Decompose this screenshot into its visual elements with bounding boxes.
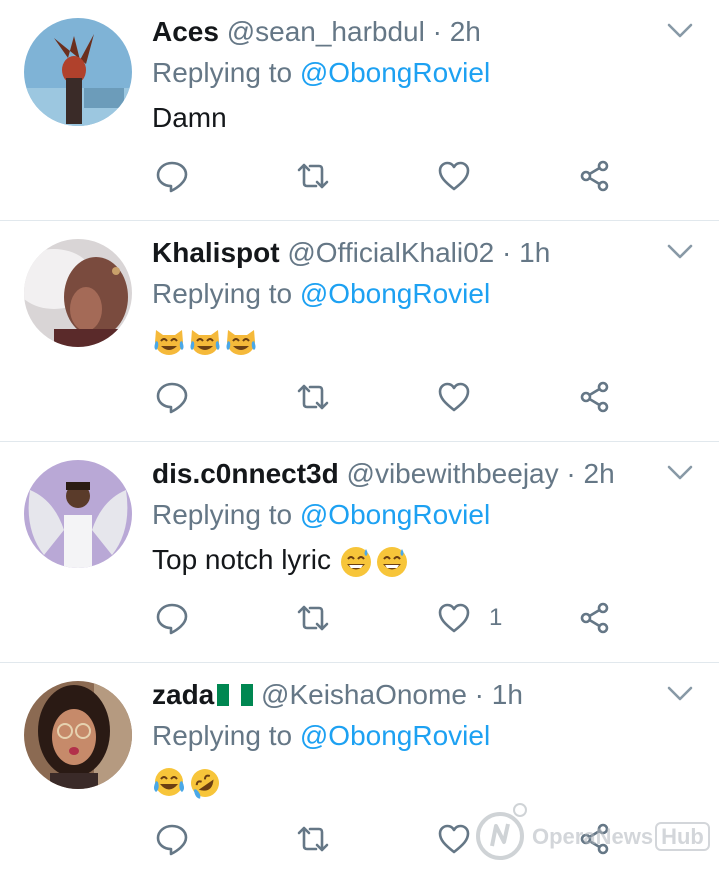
tweet-text xyxy=(152,321,260,358)
timestamp[interactable]: 2h xyxy=(450,16,481,47)
heart-icon xyxy=(438,603,470,633)
watermark-badge: Hub xyxy=(655,822,710,851)
tweet-actions: 1 xyxy=(0,598,719,638)
share-button[interactable] xyxy=(578,377,612,417)
reply-icon xyxy=(156,382,188,414)
reply-icon xyxy=(156,603,188,635)
avatar[interactable] xyxy=(24,681,132,789)
share-icon xyxy=(580,160,609,192)
watermark-text: OperaNews xyxy=(532,824,654,849)
tweet-aces[interactable]: Aces @sean_harbdul · 2h Replying to @Obo… xyxy=(0,0,719,221)
user-handle[interactable]: @sean_harbdul xyxy=(227,16,425,47)
tweet-text-content: Top notch lyric xyxy=(152,544,331,575)
heart-icon xyxy=(438,161,470,191)
display-name[interactable]: dis.c0nnect3d xyxy=(152,458,339,489)
retweet-button[interactable] xyxy=(296,156,330,196)
retweet-icon xyxy=(297,605,329,631)
reply-icon xyxy=(156,161,188,193)
reply-button[interactable] xyxy=(155,156,189,196)
mention-link[interactable]: @ObongRoviel xyxy=(300,720,490,751)
like-count: 1 xyxy=(489,604,503,631)
tears-of-joy-emoji xyxy=(154,767,184,796)
avatar[interactable] xyxy=(24,18,132,126)
timestamp[interactable]: 1h xyxy=(519,237,550,268)
grinning-sweat-emoji xyxy=(340,546,371,577)
avatar[interactable] xyxy=(24,239,132,347)
watermark: OperaNews Hub xyxy=(466,800,716,870)
tweet-text xyxy=(152,763,224,800)
share-icon xyxy=(580,381,609,413)
tweet-actions xyxy=(0,156,719,196)
retweet-icon xyxy=(297,826,329,852)
cat-tears-of-joy-emoji xyxy=(226,329,256,355)
opera-news-logo-icon xyxy=(476,803,527,860)
mention-link[interactable]: @ObongRoviel xyxy=(300,57,490,88)
separator: · xyxy=(502,237,512,268)
retweet-button[interactable] xyxy=(296,598,330,638)
nigeria-flag-icon xyxy=(217,684,254,706)
cat-tears-of-joy-emoji xyxy=(154,329,184,355)
user-handle[interactable]: @OfficialKhali02 xyxy=(287,237,494,268)
tweet-disconnected[interactable]: dis.c0nnect3d @vibewithbeejay · 2h Reply… xyxy=(0,442,719,663)
reply-icon xyxy=(156,824,188,856)
chevron-down-icon[interactable] xyxy=(666,20,694,42)
grinning-sweat-emoji xyxy=(376,546,407,577)
separator: · xyxy=(432,16,442,47)
tweet-text: Top notch lyric xyxy=(152,542,411,579)
heart-icon xyxy=(438,382,470,412)
reply-button[interactable] xyxy=(155,377,189,417)
rolling-on-floor-laughing-emoji xyxy=(191,768,219,799)
chevron-down-icon[interactable] xyxy=(666,683,694,705)
replying-to: Replying to @ObongRoviel xyxy=(152,497,490,533)
mention-link[interactable]: @ObongRoviel xyxy=(300,278,490,309)
share-button[interactable] xyxy=(578,156,612,196)
tweet-khalispot[interactable]: Khalispot @OfficialKhali02 · 1h Replying… xyxy=(0,221,719,442)
tweet-text: Damn xyxy=(152,102,227,133)
like-button[interactable]: 1 xyxy=(437,598,502,638)
replying-prefix: Replying to xyxy=(152,278,293,309)
avatar[interactable] xyxy=(24,460,132,568)
user-handle[interactable]: @vibewithbeejay xyxy=(347,458,559,489)
timestamp[interactable]: 1h xyxy=(492,679,523,710)
share-icon xyxy=(580,602,609,634)
retweet-icon xyxy=(297,163,329,189)
tweet-actions xyxy=(0,377,719,417)
share-button[interactable] xyxy=(578,598,612,638)
reply-button[interactable] xyxy=(155,598,189,638)
user-handle[interactable]: @KeishaOnome xyxy=(261,679,467,710)
timestamp[interactable]: 2h xyxy=(584,458,615,489)
mention-link[interactable]: @ObongRoviel xyxy=(300,499,490,530)
replying-to: Replying to @ObongRoviel xyxy=(152,718,490,754)
retweet-icon xyxy=(297,384,329,410)
separator: · xyxy=(474,679,484,710)
replying-prefix: Replying to xyxy=(152,499,293,530)
chevron-down-icon[interactable] xyxy=(666,462,694,484)
chevron-down-icon[interactable] xyxy=(666,241,694,263)
reply-button[interactable] xyxy=(155,819,189,859)
replying-to: Replying to @ObongRoviel xyxy=(152,55,490,91)
display-name[interactable]: Khalispot xyxy=(152,237,280,268)
retweet-button[interactable] xyxy=(296,819,330,859)
like-button[interactable] xyxy=(437,156,489,196)
display-name[interactable]: Aces xyxy=(152,16,219,47)
replying-prefix: Replying to xyxy=(152,57,293,88)
replying-prefix: Replying to xyxy=(152,720,293,751)
retweet-button[interactable] xyxy=(296,377,330,417)
display-name[interactable]: zada xyxy=(152,679,214,710)
separator: · xyxy=(566,458,576,489)
cat-tears-of-joy-emoji xyxy=(190,329,220,355)
replying-to: Replying to @ObongRoviel xyxy=(152,276,490,312)
like-button[interactable] xyxy=(437,377,489,417)
